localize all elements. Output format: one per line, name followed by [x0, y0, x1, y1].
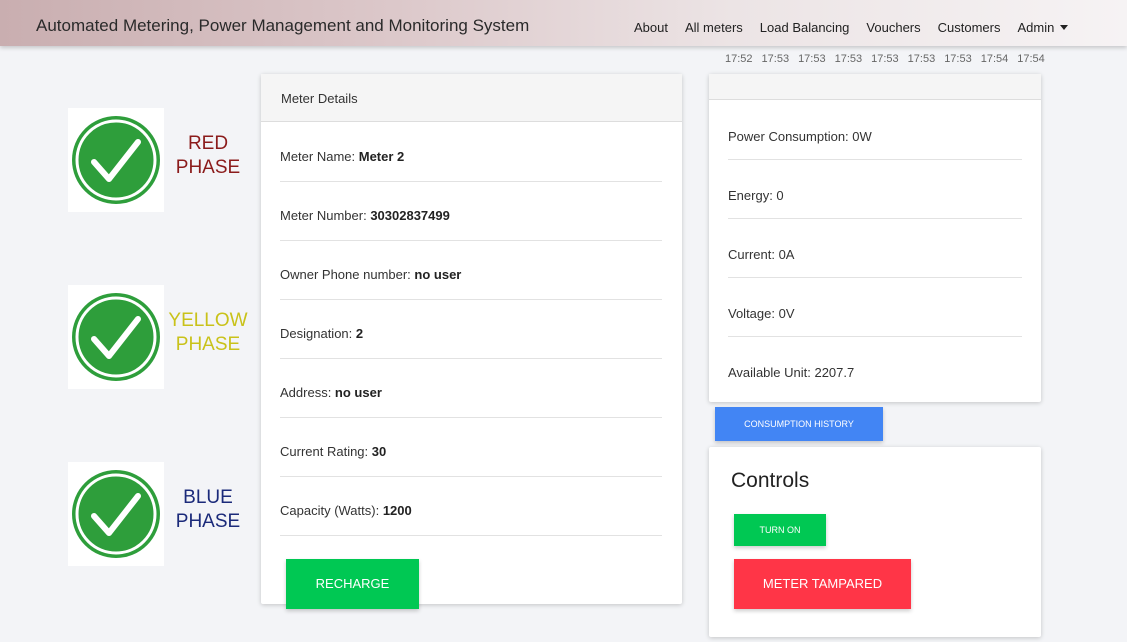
readings-header: [709, 74, 1041, 100]
check-circle-icon: [68, 285, 164, 389]
detail-row-address: Address: no user: [280, 359, 662, 418]
phase-name: BLUE: [183, 487, 233, 508]
detail-label: Capacity (Watts):: [280, 503, 383, 518]
detail-row-designation: Designation: 2: [280, 300, 662, 359]
phase-label: RED PHASE: [168, 132, 248, 180]
admin-label: Admin: [1017, 20, 1055, 35]
meter-details-header: Meter Details: [261, 74, 682, 122]
detail-value: no user: [334, 385, 382, 400]
reading-current: Current: 0A: [728, 219, 1022, 278]
time-tick: 17:53: [798, 53, 826, 65]
detail-row-meter-number: Meter Number: 30302837499: [280, 182, 662, 241]
phase-yellow: YELLOW PHASE: [68, 285, 258, 391]
reading-power-consumption: Power Consumption: 0W: [728, 101, 1022, 160]
controls-title: Controls: [731, 469, 810, 492]
consumption-history-button[interactable]: CONSUMPTION HISTORY: [715, 407, 883, 441]
time-tick: 17:52: [725, 53, 753, 65]
detail-value: 30302837499: [370, 208, 450, 223]
phase-red: RED PHASE: [68, 108, 258, 214]
detail-label: Meter Number:: [280, 208, 371, 223]
check-circle-icon: [68, 462, 164, 566]
caret-down-icon: [1060, 25, 1069, 30]
turn-on-button[interactable]: TURN ON: [734, 514, 826, 546]
detail-label: Owner Phone number:: [280, 267, 415, 282]
detail-label: Current Rating:: [280, 444, 372, 459]
nav-links: About All meters Load Balancing Vouchers…: [634, 20, 1085, 35]
time-tick: 17:54: [1017, 53, 1045, 65]
detail-row-meter-name: Meter Name: Meter 2: [280, 123, 662, 182]
controls-card: Controls TURN ON METER TAMPARED: [709, 447, 1041, 637]
detail-value: 30: [371, 444, 387, 459]
time-tick: 17:54: [980, 53, 1009, 65]
detail-value: no user: [414, 267, 462, 282]
detail-value: Meter 2: [358, 149, 405, 164]
reading-available-unit: Available Unit: 2207.7: [728, 365, 855, 380]
detail-row-current-rating: Current Rating: 30: [280, 418, 662, 477]
brand-title[interactable]: Automated Metering, Power Management and…: [36, 16, 529, 36]
nav-link-customers[interactable]: Customers: [938, 20, 1001, 35]
readings-card: Power Consumption: 0W Energy: 0 Current:…: [709, 74, 1041, 402]
time-tick: 17:53: [907, 53, 936, 65]
phase-word: PHASE: [175, 334, 241, 355]
recharge-button[interactable]: RECHARGE: [286, 559, 419, 609]
reading-voltage: Voltage: 0V: [728, 278, 1022, 337]
meter-tampered-button[interactable]: METER TAMPARED: [734, 559, 911, 609]
nav-link-load-balancing[interactable]: Load Balancing: [760, 20, 850, 35]
check-circle-icon: [68, 108, 164, 212]
nav-link-vouchers[interactable]: Vouchers: [866, 20, 920, 35]
time-tick: 17:53: [761, 53, 790, 65]
detail-label: Address:: [280, 385, 335, 400]
phase-word: PHASE: [175, 511, 241, 532]
time-tick: 17:53: [871, 53, 899, 65]
meter-details-card: Meter Details Meter Name: Meter 2 Meter …: [261, 74, 682, 609]
admin-dropdown[interactable]: Admin: [1017, 20, 1069, 35]
time-tick: 17:53: [834, 53, 863, 65]
detail-row-capacity: Capacity (Watts): 1200: [280, 477, 662, 536]
detail-value: 1200: [382, 503, 412, 518]
time-tick: 17:53: [944, 53, 972, 65]
nav-link-about[interactable]: About: [634, 20, 668, 35]
detail-row-owner-phone: Owner Phone number: no user: [280, 241, 662, 300]
reading-energy: Energy: 0: [728, 160, 1022, 219]
detail-label: Designation:: [280, 326, 356, 341]
phase-label: YELLOW PHASE: [168, 309, 248, 357]
phase-blue: BLUE PHASE: [68, 462, 258, 568]
detail-label: Meter Name:: [280, 149, 359, 164]
phase-name: YELLOW: [168, 310, 248, 331]
phase-label: BLUE PHASE: [168, 486, 248, 534]
phase-name: RED: [187, 133, 229, 154]
time-axis-labels: 17:52 17:53 17:53 17:53 17:53 17:53 17:5…: [725, 53, 1054, 65]
navbar: Automated Metering, Power Management and…: [0, 0, 1127, 46]
detail-value: 2: [355, 326, 364, 341]
nav-link-all-meters[interactable]: All meters: [685, 20, 743, 35]
phase-word: PHASE: [175, 157, 241, 178]
